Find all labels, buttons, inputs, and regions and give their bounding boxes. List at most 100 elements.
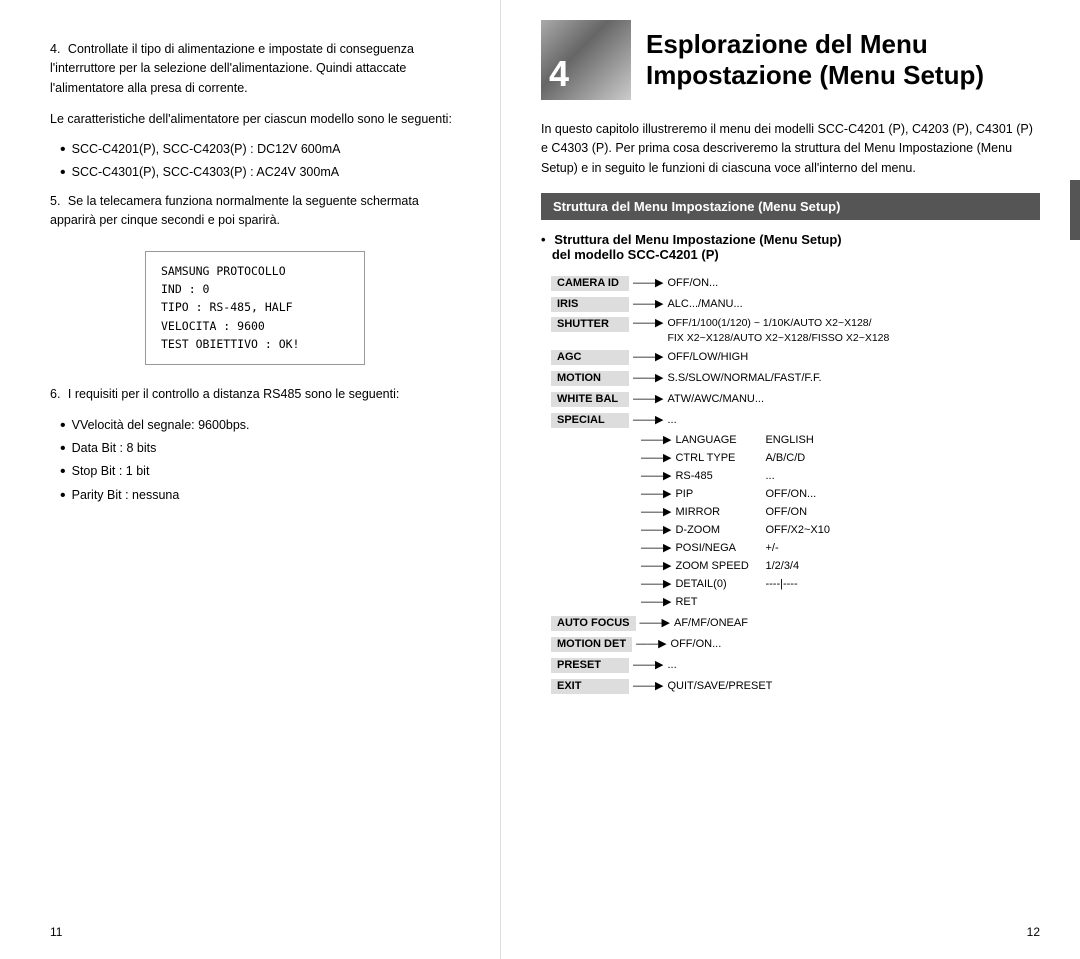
menu-item-special: SPECIAL [551,413,629,428]
menu-row-auto-focus: AUTO FOCUS ——▶ AF/MF/ONEAF [551,615,1040,633]
chapter-title: Esplorazione del Menu Impostazione (Menu… [646,29,984,91]
menu-item-auto-focus: AUTO FOCUS [551,616,636,631]
sub-label-rs485: RS-485 [675,471,755,482]
sub-arrow-icon: ——▶ [641,507,671,518]
bullet-dot: • [60,486,66,505]
sub-label-posi-nega: POSI/NEGA [675,543,755,554]
menu-subtitle-text: Struttura del Menu Impostazione (Menu Se… [541,232,842,262]
sub-arrow-icon: ——▶ [641,489,671,500]
page-number-right: 12 [1027,925,1040,939]
bullet-item: • SCC-C4201(P), SCC-C4203(P) : DC12V 600… [60,140,460,159]
section-header: Struttura del Menu Impostazione (Menu Se… [541,193,1040,220]
sub-label-ctrl-type: CTRL TYPE [675,453,755,464]
left-page: 4. Controllate il tipo di alimentazione … [0,0,500,959]
sub-row-rs485: ——▶ RS-485 ... [641,469,1040,485]
bullet-dot: • [60,416,66,435]
sub-arrow-icon: ——▶ [641,435,671,446]
item-num-5: 5. [50,194,60,208]
bullet-list-1: • SCC-C4201(P), SCC-C4203(P) : DC12V 600… [60,140,460,182]
sub-arrow-icon: ——▶ [641,471,671,482]
chapter-image [541,20,631,100]
sub-value-detail: ----|---- [765,579,797,590]
arrow-icon: ——▶ [633,660,663,671]
arrow-icon: ——▶ [640,618,670,629]
menu-value-iris: ALC.../MANU... [667,299,742,310]
menu-item-camera-id: CAMERA ID [551,276,629,291]
menu-value-motion: S.S/SLOW/NORMAL/FAST/F.F. [667,373,821,384]
menu-row-iris: IRIS ——▶ ALC.../MANU... [551,295,1040,313]
sub-row-mirror: ——▶ MIRROR OFF/ON [641,505,1040,521]
sub-label-pip: PIP [675,489,755,500]
chapter-title-line1: Esplorazione del Menu Impostazione (Menu… [646,29,984,91]
arrow-icon: ——▶ [633,394,663,405]
item-text-4: Controllate il tipo di alimentazione e i… [50,42,414,95]
sub-value-posi-nega: +/- [765,543,778,554]
sub-arrow-icon: ——▶ [641,525,671,536]
chapter-header: Esplorazione del Menu Impostazione (Menu… [541,20,1040,100]
page-number-left: 11 [50,925,62,939]
menu-value-camera-id: OFF/ON... [667,278,718,289]
bullet-text: Stop Bit : 1 bit [72,462,150,481]
menu-row-motion-det: MOTION DET ——▶ OFF/ON... [551,636,1040,654]
menu-item-exit: EXIT [551,679,629,694]
menu-item-preset: PRESET [551,658,629,673]
menu-row-agc: AGC ——▶ OFF/LOW/HIGH [551,349,1040,367]
numbered-item-5: 5. Se la telecamera funziona normalmente… [50,192,460,231]
bullet-item: • Data Bit : 8 bits [60,439,460,458]
sub-row-detail: ——▶ DETAIL(0) ----|---- [641,577,1040,593]
menu-value-auto-focus: AF/MF/ONEAF [674,618,748,629]
menu-value-special: ... [667,415,676,426]
item-num-4: 4. [50,42,60,56]
margin-tab [1070,180,1080,240]
sub-row-pip: ——▶ PIP OFF/ON... [641,487,1040,503]
menu-value-preset: ... [667,660,676,671]
menu-value-exit: QUIT/SAVE/PRESET [667,681,772,692]
bullet-text: SCC-C4301(P), SCC-C4303(P) : AC24V 300mA [72,163,339,182]
menu-value-motion-det: OFF/ON... [671,639,722,650]
arrow-icon: ——▶ [633,299,663,310]
sub-value-zoom-speed: 1/2/3/4 [765,561,799,572]
bullet-item: • Parity Bit : nessuna [60,486,460,505]
menu-row-exit: EXIT ——▶ QUIT/SAVE/PRESET [551,678,1040,696]
sub-row-ctrl-type: ——▶ CTRL TYPE A/B/C/D [641,451,1040,467]
menu-subtitle: • Struttura del Menu Impostazione (Menu … [541,232,1040,262]
arrow-icon: ——▶ [633,415,663,426]
menu-value-white-bal: ATW/AWC/MANU... [667,394,764,405]
sub-arrow-icon: ——▶ [641,453,671,464]
menu-row-white-bal: WHITE BAL ——▶ ATW/AWC/MANU... [551,391,1040,409]
sub-label-ret: RET [675,597,755,608]
sub-label-d-zoom: D-ZOOM [675,525,755,536]
bullet-dot: • [541,232,546,247]
bullet-text: Data Bit : 8 bits [72,439,157,458]
sub-value-rs485: ... [765,471,774,482]
menu-item-motion: MOTION [551,371,629,386]
special-submenu: ——▶ LANGUAGE ENGLISH ——▶ CTRL TYPE A/B/C… [641,433,1040,611]
para1: Le caratteristiche dell'alimentatore per… [50,110,460,129]
menu-item-agc: AGC [551,350,629,365]
bullet-dot: • [60,462,66,481]
bullet-item: • SCC-C4301(P), SCC-C4303(P) : AC24V 300… [60,163,460,182]
sub-arrow-icon: ——▶ [641,597,671,608]
bullet-text: SCC-C4201(P), SCC-C4203(P) : DC12V 600mA [72,140,341,159]
screen-line: TEST OBIETTIVO : OK! [161,335,349,353]
item-text-6: I requisiti per il controllo a distanza … [68,387,399,401]
sub-row-d-zoom: ——▶ D-ZOOM OFF/X2~X10 [641,523,1040,539]
item-text-5: Se la telecamera funziona normalmente la… [50,194,419,227]
menu-row-preset: PRESET ——▶ ... [551,657,1040,675]
sub-value-d-zoom: OFF/X2~X10 [765,525,830,536]
sub-value-language: ENGLISH [765,435,813,446]
sub-value-pip: OFF/ON... [765,489,816,500]
bullet-item: • Stop Bit : 1 bit [60,462,460,481]
menu-value-shutter: OFF/1/100(1/120) ~ 1/10K/AUTO X2~X128/FI… [667,316,889,345]
menu-diagram: CAMERA ID ——▶ OFF/ON... IRIS ——▶ ALC.../… [551,274,1040,695]
intro-text: In questo capitolo illustreremo il menu … [541,120,1040,178]
bullet-text: VVelocità del segnale: 9600bps. [72,416,250,435]
sub-row-ret: ——▶ RET [641,595,1040,611]
bullet-dot: • [60,163,66,182]
menu-value-agc: OFF/LOW/HIGH [667,352,748,363]
menu-row-camera-id: CAMERA ID ——▶ OFF/ON... [551,274,1040,292]
menu-item-iris: IRIS [551,297,629,312]
sub-arrow-icon: ——▶ [641,561,671,572]
menu-row-special: SPECIAL ——▶ ... [551,412,1040,430]
screen-line: SAMSUNG PROTOCOLLO [161,262,349,280]
